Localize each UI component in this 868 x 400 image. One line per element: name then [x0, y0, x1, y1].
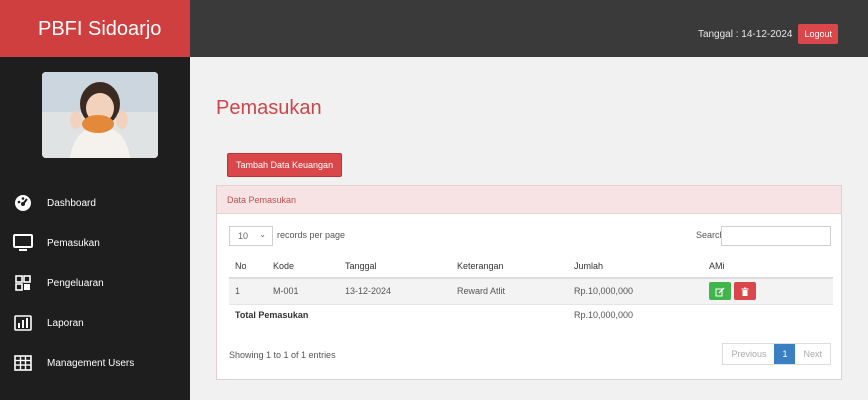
sidebar-nav: Dashboard Pemasukan Pengeluaran Laporan … [0, 183, 190, 383]
cell-tanggal: 13-12-2024 [339, 277, 451, 304]
table-icon [12, 354, 34, 372]
top-bar: PBFI Sidoarjo Tanggal : 14-12-2024 Logou… [0, 0, 868, 57]
sidebar: Dashboard Pemasukan Pengeluaran Laporan … [0, 57, 190, 400]
cell-no: 1 [229, 277, 267, 304]
sidebar-item-label: Management Users [47, 357, 135, 369]
sidebar-item-pengeluaran[interactable]: Pengeluaran [0, 263, 190, 303]
search-input[interactable] [721, 226, 831, 246]
page-title: Pemasukan [216, 97, 322, 119]
header-right: Tanggal : 14-12-2024 Logout [698, 24, 838, 44]
cell-actions [703, 277, 833, 304]
chevron-down-icon: ⌄ [259, 230, 266, 239]
total-row: Total Pemasukan Rp.10,000,000 [229, 303, 833, 326]
total-label: Total Pemasukan [229, 303, 568, 326]
trash-icon [741, 287, 749, 296]
sidebar-item-label: Laporan [47, 317, 84, 329]
column-header-aksi[interactable]: AMi [703, 254, 833, 279]
total-value: Rp.10,000,000 [568, 303, 703, 326]
data-table: No Kode Tanggal Keterangan Jumlah AMi 1 … [229, 254, 833, 326]
sidebar-item-dashboard[interactable]: Dashboard [0, 183, 190, 223]
table-header-row: No Kode Tanggal Keterangan Jumlah AMi [229, 254, 833, 279]
records-per-page-label: records per page [277, 230, 346, 240]
avatar [42, 72, 158, 158]
logout-button[interactable]: Logout [798, 24, 838, 44]
add-data-button[interactable]: Tambah Data Keuangan [227, 153, 343, 177]
column-header-tanggal[interactable]: Tanggal [339, 254, 451, 279]
sidebar-item-pemasukan[interactable]: Pemasukan [0, 223, 190, 263]
column-header-no[interactable]: No [229, 254, 267, 279]
column-header-keterangan[interactable]: Keterangan [451, 254, 568, 279]
sidebar-item-label: Dashboard [47, 197, 96, 209]
barcode-icon [12, 274, 34, 292]
pagination-previous[interactable]: Previous [723, 344, 775, 364]
sidebar-item-management-users[interactable]: Management Users [0, 343, 190, 383]
page-length-select[interactable]: 10 ⌄ [229, 226, 273, 246]
panel-title: Data Pemasukan [217, 186, 841, 214]
brand-logo[interactable]: PBFI Sidoarjo [0, 0, 190, 57]
cell-kode: M-001 [267, 277, 339, 304]
table-info: Showing 1 to 1 of 1 entries [229, 350, 336, 360]
page-length-value: 10 [238, 231, 249, 241]
main-content: Pemasukan Tambah Data Keuangan Data Pema… [190, 57, 868, 400]
bar-chart-icon [12, 314, 34, 332]
sidebar-item-label: Pengeluaran [47, 277, 104, 289]
pagination-page-1[interactable]: 1 [774, 344, 796, 364]
total-empty-cell [703, 303, 833, 326]
column-header-kode[interactable]: Kode [267, 254, 339, 279]
column-header-jumlah[interactable]: Jumlah [568, 254, 703, 279]
data-panel: Data Pemasukan 10 ⌄ records per page Sea… [216, 185, 842, 380]
sidebar-item-label: Pemasukan [47, 237, 100, 249]
pagination-next[interactable]: Next [795, 344, 830, 364]
table-controls: 10 ⌄ records per page Search: [229, 226, 831, 246]
cell-jumlah: Rp.10,000,000 [568, 277, 703, 304]
sidebar-item-laporan[interactable]: Laporan [0, 303, 190, 343]
current-date: Tanggal : 14-12-2024 [697, 28, 793, 40]
cell-keterangan: Reward Atlit [451, 277, 568, 304]
delete-button[interactable] [734, 282, 756, 301]
edit-icon [715, 287, 725, 297]
table-row: 1 M-001 13-12-2024 Reward Atlit Rp.10,00… [229, 277, 833, 304]
edit-button[interactable] [709, 282, 731, 301]
dashboard-icon [12, 194, 34, 212]
monitor-icon [12, 234, 34, 252]
pagination: Previous 1 Next [722, 343, 831, 365]
